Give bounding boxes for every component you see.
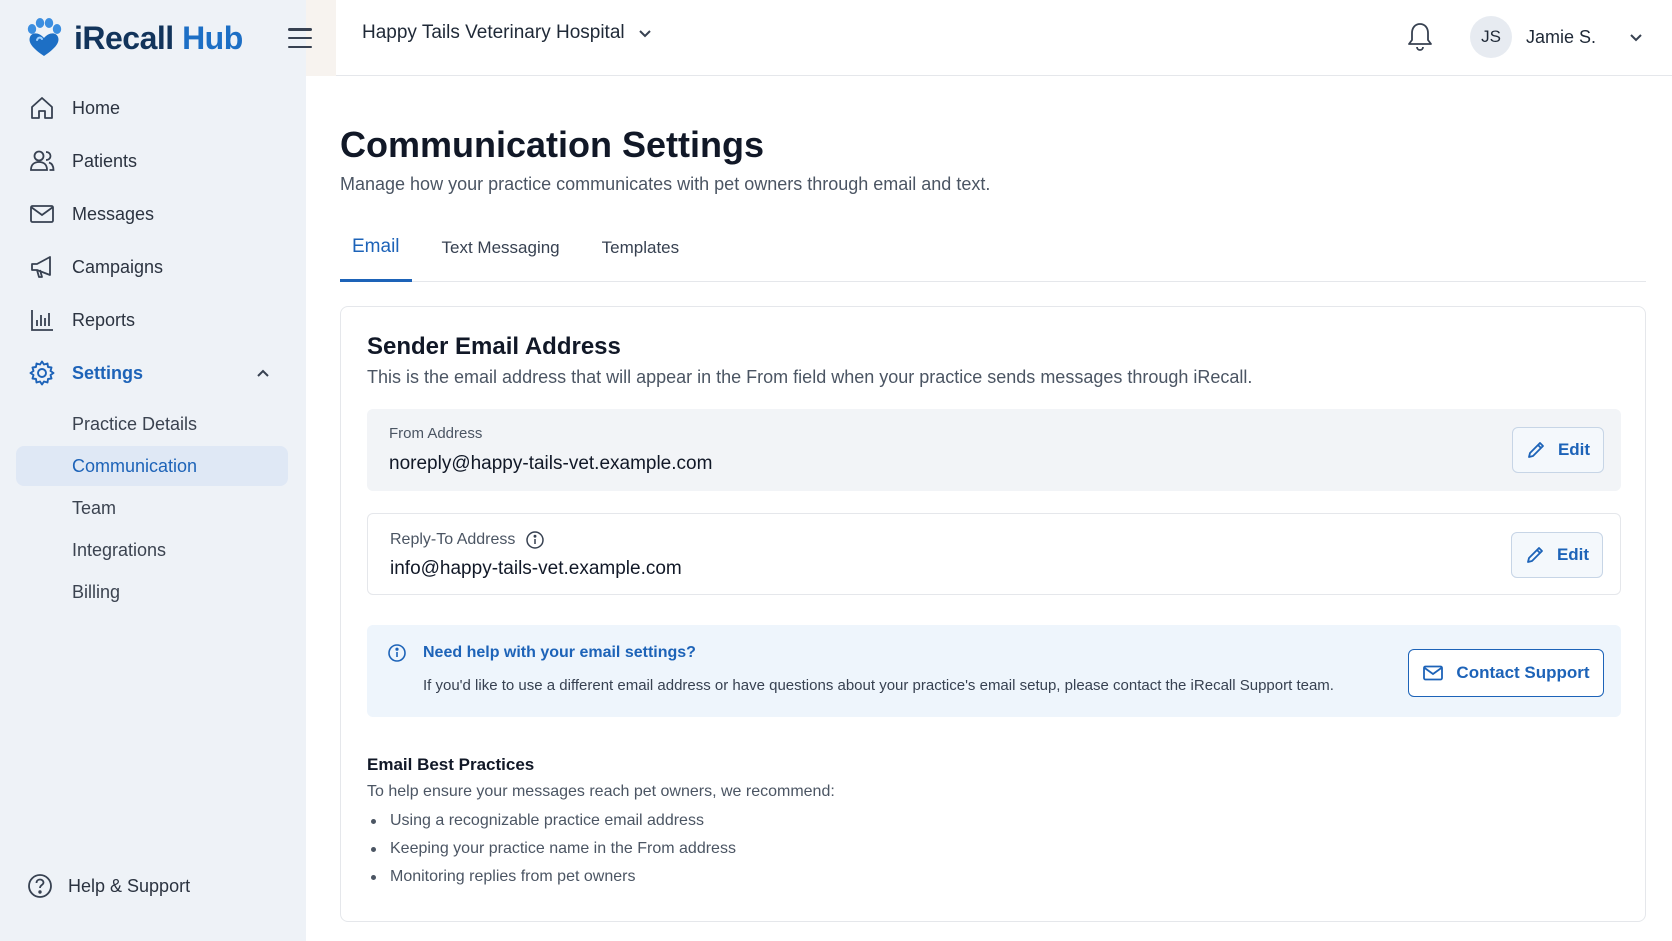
- from-address-label-text: From Address: [389, 425, 483, 442]
- sender-email-card: Sender Email Address This is the email a…: [340, 306, 1646, 922]
- bar-chart-icon: [31, 310, 53, 331]
- sidebar-item-settings[interactable]: Settings: [16, 351, 288, 395]
- hamburger-menu-icon[interactable]: [284, 24, 316, 52]
- brand-name: iRecall Hub: [74, 20, 243, 57]
- sidebar-item-label: Home: [72, 97, 121, 118]
- tab-email[interactable]: Email: [340, 236, 412, 282]
- contact-support-label: Contact Support: [1456, 663, 1590, 682]
- card-title: Sender Email Address: [367, 333, 621, 360]
- practice-name: Happy Tails Veterinary Hospital: [362, 22, 625, 43]
- tab-text-messaging[interactable]: Text Messaging: [430, 236, 572, 282]
- best-practices-list: Using a recognizable practice email addr…: [367, 807, 736, 891]
- sidebar-item-reports[interactable]: Reports: [16, 298, 288, 342]
- brand-name-part2: Hub: [182, 19, 243, 56]
- sidebar-subitem-communication[interactable]: Communication: [16, 446, 288, 486]
- list-item-text: Keeping your practice name in the From a…: [390, 840, 736, 857]
- contact-support-button[interactable]: Contact Support: [1408, 649, 1604, 697]
- from-address-value: noreply@happy-tails-vet.example.com: [389, 453, 713, 474]
- from-address-label: From Address: [389, 425, 482, 442]
- help-callout-text: If you'd like to use a different email a…: [423, 677, 1334, 694]
- sidebar-item-patients[interactable]: Patients: [16, 139, 288, 183]
- bell-icon[interactable]: [1404, 20, 1436, 54]
- paw-heart-icon: [27, 18, 62, 56]
- top-bar: Happy Tails Veterinary Hospital JS Jamie…: [336, 0, 1672, 76]
- help-support-link[interactable]: Help & Support: [26, 872, 190, 900]
- reply-to-address-field: Reply-To Address info@happy-tails-vet.ex…: [367, 513, 1621, 595]
- best-practices-intro: To help ensure your messages reach pet o…: [367, 783, 835, 800]
- list-item: Monitoring replies from pet owners: [367, 863, 736, 891]
- page-subtitle: Manage how your practice communicates wi…: [340, 174, 991, 194]
- list-item-text: Using a recognizable practice email addr…: [390, 812, 704, 829]
- help-callout-heading: Need help with your email settings?: [387, 643, 696, 663]
- chevron-down-icon: [1630, 34, 1642, 42]
- sidebar-item-label: Messages: [72, 203, 155, 224]
- settings-tabs: Email Text Messaging Templates: [340, 236, 1646, 282]
- card-description: This is the email address that will appe…: [367, 367, 1253, 387]
- reply-to-address-label-text: Reply-To Address: [390, 531, 516, 548]
- info-icon: [388, 644, 406, 662]
- email-help-callout: Need help with your email settings? If y…: [367, 625, 1621, 717]
- sidebar-subitem-integrations[interactable]: Integrations: [16, 530, 288, 570]
- home-icon: [31, 97, 53, 119]
- user-name: Jamie S.: [1526, 26, 1597, 47]
- sidebar-item-home[interactable]: Home: [16, 86, 288, 130]
- users-icon: [30, 150, 55, 171]
- info-icon[interactable]: [525, 530, 545, 550]
- edit-from-address-button[interactable]: Edit: [1512, 427, 1604, 473]
- sidebar-item-campaigns[interactable]: Campaigns: [16, 245, 288, 289]
- chevron-up-icon[interactable]: [254, 364, 272, 382]
- megaphone-icon: [31, 256, 51, 278]
- pencil-icon: [1527, 547, 1543, 563]
- main-content: Communication Settings Manage how your p…: [306, 76, 1672, 941]
- reply-to-address-value: info@happy-tails-vet.example.com: [390, 558, 682, 579]
- sidebar-subitem-practice-details[interactable]: Practice Details: [16, 404, 288, 444]
- list-item: Using a recognizable practice email addr…: [367, 807, 736, 835]
- sidebar-item-label: Campaigns: [72, 256, 164, 277]
- edit-button-label: Edit: [1556, 545, 1590, 564]
- bullet-icon: [371, 846, 376, 852]
- sidebar-subitem-billing[interactable]: Billing: [16, 572, 288, 612]
- user-menu[interactable]: JS Jamie S.: [1470, 16, 1644, 58]
- avatar: JS: [1470, 16, 1512, 58]
- help-support-label: Help & Support: [68, 875, 191, 896]
- sidebar-item-label: Patients: [72, 150, 138, 171]
- mail-icon: [30, 205, 54, 223]
- best-practices-title: Email Best Practices: [367, 755, 535, 774]
- mail-icon: [1423, 665, 1444, 681]
- sidebar-item-label: Reports: [72, 309, 136, 330]
- pencil-icon: [1528, 442, 1544, 458]
- sidebar-item-messages[interactable]: Messages: [16, 192, 288, 236]
- reply-to-address-label: Reply-To Address: [390, 530, 545, 550]
- help-callout-heading-text: Need help with your email settings?: [423, 644, 696, 661]
- brand[interactable]: iRecall Hub: [22, 14, 243, 62]
- list-item-text: Monitoring replies from pet owners: [390, 868, 636, 885]
- sidebar-subitem-team[interactable]: Team: [16, 488, 288, 528]
- edit-reply-to-address-button[interactable]: Edit: [1511, 532, 1603, 578]
- bullet-icon: [371, 818, 376, 824]
- settings-subnav: Practice Details Communication Team Inte…: [16, 404, 288, 612]
- sidebar-nav: Home Patients Messages Campaigns Reports…: [16, 86, 288, 614]
- from-address-field: From Address noreply@happy-tails-vet.exa…: [367, 409, 1621, 491]
- help-circle-icon: [28, 874, 52, 898]
- tab-templates[interactable]: Templates: [590, 236, 691, 282]
- chevron-down-icon: [638, 30, 651, 38]
- page-title: Communication Settings: [340, 124, 765, 165]
- edit-button-label: Edit: [1557, 440, 1591, 459]
- list-item: Keeping your practice name in the From a…: [367, 835, 736, 863]
- sidebar: iRecall Hub Home Patients Messages Campa…: [0, 0, 312, 941]
- gear-icon: [29, 360, 55, 386]
- sidebar-item-label: Settings: [72, 362, 144, 383]
- app-root: iRecall Hub Home Patients Messages Campa…: [0, 0, 1672, 941]
- brand-name-part1: iRecall: [74, 19, 174, 56]
- practice-selector[interactable]: Happy Tails Veterinary Hospital: [362, 22, 653, 44]
- bullet-icon: [371, 874, 376, 880]
